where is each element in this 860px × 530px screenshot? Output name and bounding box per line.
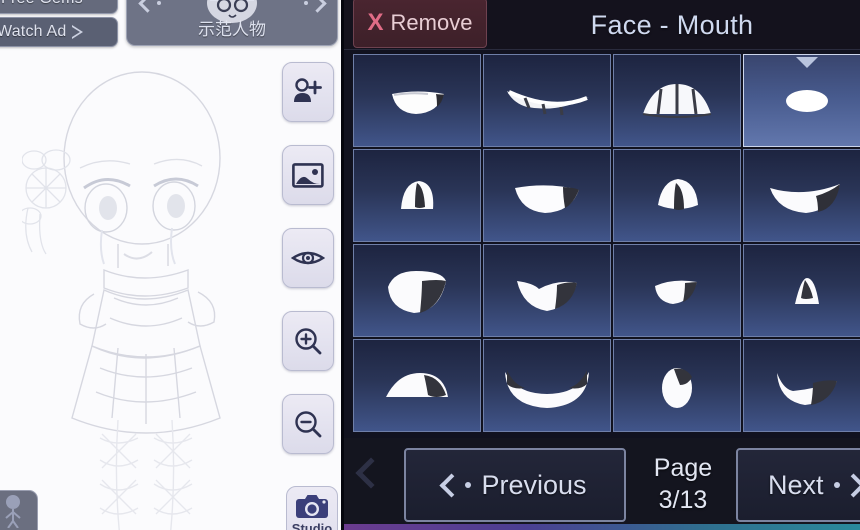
mouth-item-2[interactable] — [483, 54, 611, 147]
next-label: Next — [768, 469, 824, 500]
ghost-chevron-icon — [355, 457, 387, 489]
chevron-left-icon — [137, 0, 157, 13]
mouth-shape-icon — [401, 180, 434, 209]
mouth-item-14[interactable] — [483, 339, 611, 432]
studio-label: Studio — [291, 521, 333, 530]
mouth-shape-icon — [392, 91, 444, 114]
character-silhouette-icon — [5, 495, 21, 528]
character-prev-button[interactable] — [135, 0, 169, 17]
chevron-right-icon — [307, 0, 327, 13]
character-preview-panel: Free Gems Watch Ad 示范人物 — [0, 0, 341, 530]
character-next-button[interactable] — [295, 0, 329, 17]
remove-label: Remove — [390, 10, 473, 35]
camera-icon — [296, 495, 328, 518]
panel-header: X Remove Face - Mouth — [344, 0, 860, 50]
background-button[interactable] — [282, 145, 334, 205]
mouth-shape-icon — [505, 369, 589, 408]
magnifier-plus-icon — [295, 328, 322, 355]
close-icon: X — [367, 9, 384, 36]
bottom-accent-strip — [344, 524, 860, 530]
studio-button[interactable]: Studio — [286, 486, 338, 530]
preview-eye-button[interactable] — [282, 228, 334, 288]
mouth-item-1[interactable] — [353, 54, 481, 147]
add-character-button[interactable] — [282, 62, 334, 122]
tool-rail — [282, 62, 338, 477]
mouth-item-11[interactable] — [613, 244, 741, 337]
mouth-item-3[interactable] — [613, 54, 741, 147]
mouth-shape-icon — [786, 89, 828, 112]
mouth-shape-icon — [655, 280, 697, 304]
mouth-item-12[interactable] — [743, 244, 860, 337]
mouth-item-6[interactable] — [483, 149, 611, 242]
mouth-shape-icon — [517, 280, 577, 311]
page-indicator: Page 3/13 — [634, 452, 732, 516]
mouth-item-8[interactable] — [743, 149, 860, 242]
mouth-item-grid — [353, 54, 860, 432]
mouth-shape-icon — [386, 372, 448, 397]
character-artwork — [22, 71, 221, 530]
magnifier-minus-icon — [295, 411, 322, 438]
person-plus-icon — [294, 78, 322, 102]
zoom-in-button[interactable] — [282, 311, 334, 371]
mouth-shape-icon — [658, 178, 698, 210]
selected-marker-icon — [796, 57, 818, 68]
pagination-footer: Previous Page 3/13 Next — [344, 438, 860, 530]
mouth-shape-icon — [777, 372, 837, 405]
item-picker-panel: X Remove Face - Mouth Previous Page 3/13… — [341, 0, 860, 530]
mouth-shape-icon — [515, 184, 579, 213]
play-triangle-icon — [71, 24, 86, 40]
page-value: 3/13 — [658, 486, 708, 514]
mouth-shape-icon — [388, 270, 446, 313]
mouth-shape-icon — [642, 83, 712, 118]
mouth-item-5[interactable] — [353, 149, 481, 242]
mouth-item-10[interactable] — [483, 244, 611, 337]
chevron-left-icon — [439, 472, 472, 498]
watch-ad-label: Watch Ad — [0, 23, 67, 40]
page-title: Face - Mouth — [590, 9, 754, 40]
promo-buttons: Free Gems Watch Ad — [0, 0, 118, 50]
mouth-item-15[interactable] — [613, 339, 741, 432]
previous-page-button[interactable]: Previous — [404, 448, 626, 522]
mouth-item-16[interactable] — [743, 339, 860, 432]
next-page-button[interactable]: Next — [736, 448, 860, 522]
remove-button[interactable]: X Remove — [353, 0, 487, 48]
mouth-item-4[interactable] — [743, 54, 860, 147]
chevron-right-icon — [833, 472, 860, 498]
character-selector[interactable]: 示范人物 — [126, 0, 338, 46]
image-icon — [292, 162, 324, 188]
mouth-shape-icon — [795, 277, 819, 304]
zoom-out-button[interactable] — [282, 394, 334, 454]
mouth-shape-icon — [662, 367, 692, 408]
mouth-shape-icon — [770, 183, 840, 213]
free-gems-button[interactable]: Free Gems — [0, 0, 118, 14]
watch-ad-button[interactable]: Watch Ad — [0, 17, 118, 47]
page-word: Page — [653, 454, 713, 482]
character-thumb-button[interactable]: Load — [0, 490, 38, 530]
character-head-icon — [207, 0, 257, 23]
eye-icon — [291, 251, 325, 265]
mouth-item-9[interactable] — [353, 244, 481, 337]
previous-label: Previous — [481, 469, 587, 500]
mouth-shape-icon — [507, 89, 589, 115]
mouth-item-7[interactable] — [613, 149, 741, 242]
mouth-item-13[interactable] — [353, 339, 481, 432]
